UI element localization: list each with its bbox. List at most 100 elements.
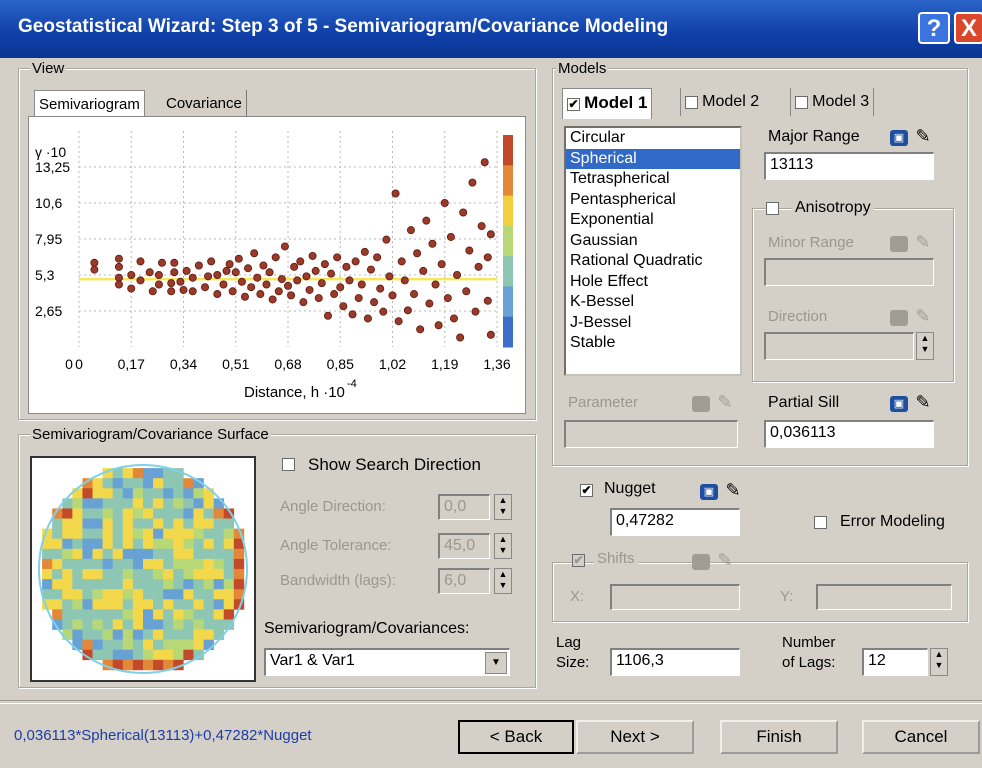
- number-of-lags-spinner[interactable]: ▲ ▼: [930, 648, 948, 676]
- minor-range-field[interactable]: [764, 258, 934, 286]
- tab-covariance[interactable]: Covariance: [162, 90, 247, 118]
- bandwidth-spinner[interactable]: ▲ ▼: [494, 568, 512, 594]
- model-list-item[interactable]: Stable: [566, 333, 740, 354]
- tab-model-2[interactable]: Model 2: [680, 88, 763, 116]
- model-list-item[interactable]: Exponential: [566, 210, 740, 231]
- partial-sill-field[interactable]: 0,036113: [764, 420, 934, 448]
- surface-cell: [122, 589, 134, 600]
- show-search-direction-checkbox[interactable]: [282, 458, 295, 471]
- nugget-field[interactable]: 0,47282: [610, 508, 740, 536]
- surface-cell: [163, 518, 174, 529]
- spin-up-icon: ▲: [498, 569, 508, 579]
- surface-cell: [163, 609, 174, 620]
- model-list-item[interactable]: J-Bessel: [566, 313, 740, 334]
- model-formula-status: 0,036113*Spherical(13113)+0,47282*Nugget: [14, 727, 312, 744]
- direction-field[interactable]: [764, 332, 914, 360]
- model-list-item[interactable]: Hole Effect: [566, 272, 740, 293]
- surface-cell: [143, 569, 154, 580]
- data-point: [167, 279, 176, 288]
- surface-cell: [102, 629, 114, 640]
- error-modeling-checkbox[interactable]: [814, 516, 827, 529]
- shift-y-field[interactable]: [816, 584, 952, 610]
- surface-cell: [183, 589, 194, 600]
- surface-cell: [193, 589, 204, 600]
- surface-cell: [82, 629, 93, 640]
- model-type-list[interactable]: Circular Spherical Tetraspherical Pentasphe…: [564, 126, 742, 376]
- surface-cell: [62, 548, 73, 560]
- surface-cell: [52, 599, 63, 610]
- surface-cell: [132, 599, 144, 610]
- shift-x-field[interactable]: [610, 584, 740, 610]
- surface-cell: [62, 569, 73, 580]
- surface-cell: [52, 558, 63, 570]
- model-list-item[interactable]: Tetraspherical: [566, 169, 740, 190]
- surface-cell: [42, 579, 53, 590]
- angle-tolerance-field[interactable]: 45,0: [438, 533, 490, 559]
- surface-cell: [52, 569, 63, 580]
- pencil-icon[interactable]: ✎: [912, 126, 934, 146]
- major-range-field[interactable]: 13113: [764, 152, 934, 180]
- show-search-direction-label: Show Search Direction: [308, 455, 481, 474]
- colorbar-segment: [503, 316, 513, 348]
- model-list-item[interactable]: Circular: [566, 128, 740, 149]
- help-button[interactable]: ?: [918, 12, 950, 44]
- surface-cell: [82, 508, 93, 519]
- surface-cell: [72, 498, 83, 509]
- surface-cell: [132, 558, 144, 570]
- direction-spinner[interactable]: ▲ ▼: [916, 332, 934, 360]
- save-icon[interactable]: ▣: [890, 130, 908, 146]
- surface-cell: [183, 518, 194, 529]
- parameter-field[interactable]: [564, 420, 738, 448]
- surface-cell: [213, 599, 225, 610]
- tab-model-1[interactable]: ✔ Model 1: [562, 88, 653, 119]
- data-point: [354, 294, 363, 303]
- lag-size-field[interactable]: 1106,3: [610, 648, 740, 676]
- pencil-icon[interactable]: ✎: [912, 392, 934, 412]
- semivariogram-covariances-select[interactable]: Var1 & Var1 ▼: [264, 648, 510, 676]
- spin-down-icon: ▼: [934, 660, 944, 670]
- close-button[interactable]: X: [954, 12, 982, 44]
- bandwidth-field[interactable]: 6,0: [438, 568, 490, 594]
- x-tick-label: 0,85: [327, 356, 354, 372]
- surface-cell: [193, 599, 204, 610]
- surface-cell: [163, 548, 174, 560]
- surface-cell: [203, 548, 214, 560]
- cancel-button[interactable]: Cancel: [862, 720, 980, 754]
- surface-cell: [102, 518, 114, 529]
- tab-model-3[interactable]: Model 3: [790, 88, 875, 116]
- anisotropy-checkbox[interactable]: [766, 202, 779, 215]
- surface-cell: [112, 619, 124, 630]
- angle-tolerance-spinner[interactable]: ▲ ▼: [494, 533, 512, 559]
- surface-cell: [183, 579, 194, 590]
- surface-cell: [203, 498, 214, 509]
- model-2-checkbox[interactable]: [685, 95, 698, 109]
- angle-direction-field[interactable]: 0,0: [438, 494, 490, 520]
- save-icon[interactable]: ▣: [890, 396, 908, 412]
- model-list-item[interactable]: Pentaspherical: [566, 190, 740, 211]
- model-list-item[interactable]: Rational Quadratic: [566, 251, 740, 272]
- surface-cell: [143, 558, 154, 570]
- dropdown-arrow-icon[interactable]: ▼: [485, 652, 507, 674]
- number-of-lags-field[interactable]: 12: [862, 648, 928, 676]
- surface-cell: [173, 518, 184, 529]
- model-list-item[interactable]: Spherical: [566, 148, 740, 169]
- back-button[interactable]: < Back: [458, 720, 574, 754]
- model-3-checkbox[interactable]: [795, 95, 808, 109]
- angle-direction-spinner[interactable]: ▲ ▼: [494, 494, 512, 520]
- nugget-checkbox[interactable]: ✔: [580, 484, 593, 497]
- model-list-item[interactable]: K-Bessel: [566, 292, 740, 313]
- model-list-item[interactable]: Gaussian: [566, 231, 740, 252]
- pencil-icon[interactable]: ✎: [722, 480, 744, 500]
- next-button[interactable]: Next >: [576, 720, 694, 754]
- finish-button[interactable]: Finish: [720, 720, 838, 754]
- shifts-checkbox[interactable]: ✔: [572, 554, 585, 567]
- model-1-checkbox[interactable]: ✔: [567, 97, 580, 111]
- surface-cell: [153, 649, 164, 661]
- spin-down-icon: ▼: [498, 580, 508, 590]
- data-point: [360, 247, 369, 256]
- tab-semivariogram[interactable]: Semivariogram: [34, 90, 145, 119]
- save-icon[interactable]: ▣: [700, 484, 718, 500]
- data-point: [477, 222, 486, 231]
- data-point: [413, 249, 422, 258]
- save-icon: ▣: [890, 236, 908, 252]
